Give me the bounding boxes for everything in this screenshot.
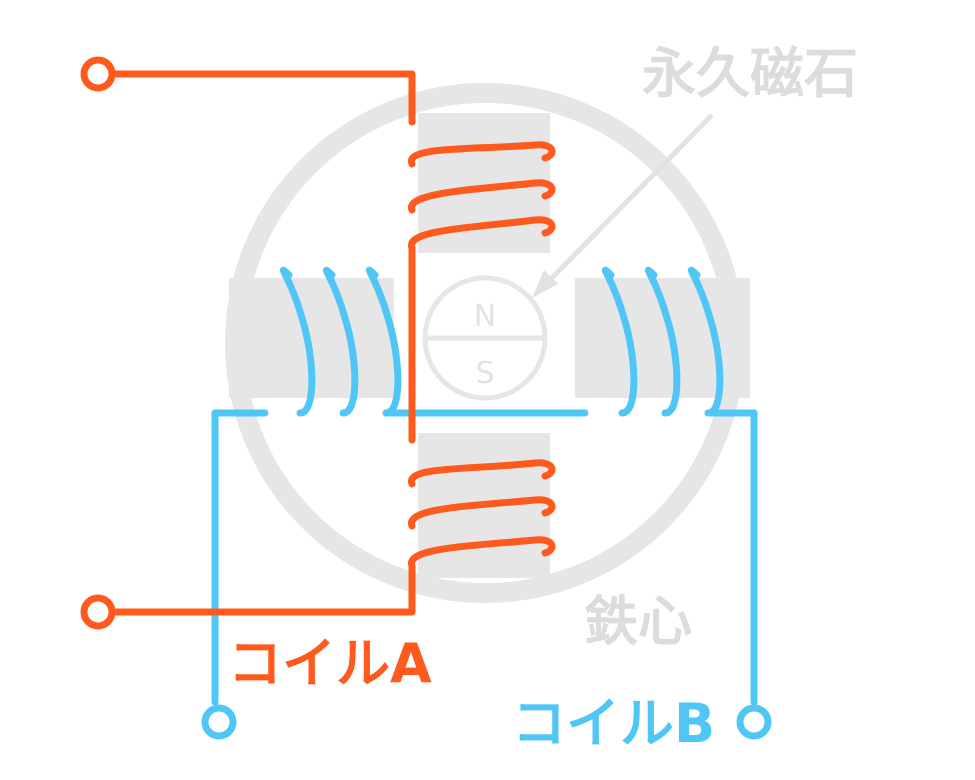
permanent-magnet-label: 永久磁石 (642, 42, 858, 105)
coil-b-terminal-left (201, 704, 237, 740)
coil-a-terminal-top (80, 56, 116, 92)
coil-a-terminal-bottom (80, 594, 116, 630)
coil-b-label: コイルB (512, 692, 715, 755)
stepper-motor-diagram: N S 永久磁石 鉄心 コイルA コイルB (0, 0, 975, 780)
coil-a-label: コイルA (228, 632, 432, 695)
rotor-magnet: N S (422, 275, 548, 401)
iron-core-label: 鉄心 (584, 590, 692, 653)
rotor-south-label: S (475, 356, 494, 391)
coil-b-terminal-right (736, 704, 772, 740)
rotor-north-label: N (474, 299, 496, 334)
diagram-canvas: N S 永久磁石 鉄心 コイルA コイルB (80, 42, 858, 755)
permanent-magnet-annotation: 永久磁石 (532, 42, 858, 298)
